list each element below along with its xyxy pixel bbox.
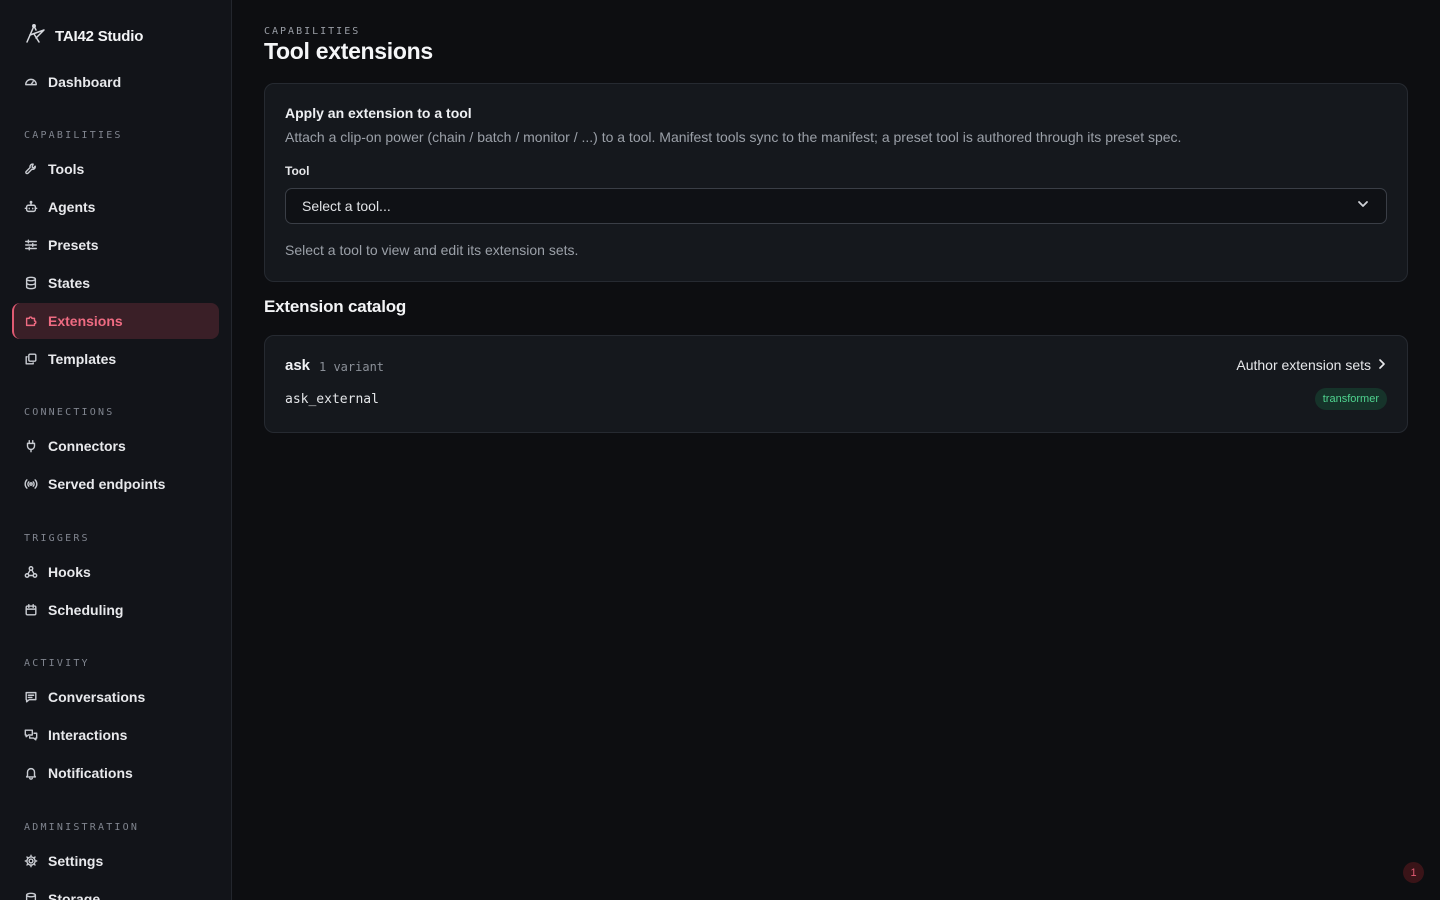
tool-field-label: Tool [285, 164, 310, 178]
sidebar-item-label: Templates [48, 351, 117, 367]
sidebar-item-label: Scheduling [48, 602, 124, 618]
section-label-administration: ADMINISTRATION [24, 822, 140, 833]
sidebar-item-label: Agents [48, 199, 96, 215]
tool-select-value: Select a tool... [302, 198, 391, 214]
apply-card-description: Attach a clip-on power (chain / batch / … [285, 129, 1182, 145]
section-label-activity: ACTIVITY [24, 658, 90, 669]
chevron-down-icon [1356, 197, 1370, 216]
sidebar-item-dashboard[interactable]: Dashboard [12, 64, 219, 100]
database-icon [24, 276, 38, 290]
section-label-connections: CONNECTIONS [24, 407, 115, 418]
catalog-entry-card: ask 1 variant Author extension sets ask_… [264, 335, 1408, 433]
puzzle-icon [24, 314, 38, 328]
sidebar-item-label: Dashboard [48, 74, 122, 90]
extension-name: ask [285, 357, 311, 374]
sidebar-item-extensions[interactable]: Extensions [12, 303, 219, 339]
sidebar-item-label: Settings [48, 853, 104, 869]
sidebar-item-states[interactable]: States [12, 265, 219, 301]
variant-count: 1 variant [319, 360, 385, 374]
sidebar-item-label: Extensions [48, 313, 123, 329]
sidebar-item-notifications[interactable]: Notifications [12, 755, 219, 791]
sidebar-item-templates[interactable]: Templates [12, 341, 219, 377]
sidebar-item-agents[interactable]: Agents [12, 189, 219, 225]
gauge-icon [24, 75, 38, 89]
sidebar-item-hooks[interactable]: Hooks [12, 554, 219, 590]
notification-count-badge[interactable]: 1 [1403, 862, 1424, 883]
bot-icon [24, 200, 38, 214]
chevron-right-icon [1377, 357, 1387, 373]
bell-icon [24, 766, 38, 780]
brand-logo-icon [24, 23, 46, 50]
apply-hint: Select a tool to view and edit its exten… [285, 242, 579, 258]
page-eyebrow: CAPABILITIES [264, 26, 361, 37]
tool-select[interactable]: Select a tool... [285, 188, 1387, 224]
extension-type-badge: transformer [1314, 388, 1387, 410]
apply-extension-card: Apply an extension to a tool Attach a cl… [264, 83, 1408, 282]
sidebar-item-storage[interactable]: Storage [12, 881, 219, 900]
sidebar-item-presets[interactable]: Presets [12, 227, 219, 263]
wrench-icon [24, 162, 38, 176]
gear-icon [24, 854, 38, 868]
plug-icon [24, 439, 38, 453]
messages-icon [24, 728, 38, 742]
sidebar-item-interactions[interactable]: Interactions [12, 717, 219, 753]
page-title: Tool extensions [264, 38, 433, 64]
section-label-capabilities: CAPABILITIES [24, 130, 123, 141]
sidebar-item-scheduling[interactable]: Scheduling [12, 592, 219, 628]
sidebar-item-label: Interactions [48, 727, 128, 743]
database-icon [24, 892, 38, 900]
message-icon [24, 690, 38, 704]
section-label-triggers: TRIGGERS [24, 533, 90, 544]
app-title: TAI42 Studio [55, 27, 144, 45]
apply-card-title: Apply an extension to a tool [285, 105, 472, 121]
sidebar-item-label: Hooks [48, 564, 91, 580]
sidebar-item-label: Storage [48, 891, 101, 900]
variant-id: ask_external [285, 392, 379, 407]
sidebar-item-connectors[interactable]: Connectors [12, 428, 219, 464]
sidebar-item-served-endpoints[interactable]: Served endpoints [12, 466, 219, 502]
sidebar-item-tools[interactable]: Tools [12, 151, 219, 187]
main-content: CAPABILITIES Tool extensions Apply an ex… [232, 0, 1440, 900]
sidebar-item-settings[interactable]: Settings [12, 843, 219, 879]
sidebar-item-label: Notifications [48, 765, 133, 781]
sidebar-item-label: Tools [48, 161, 85, 177]
catalog-title: Extension catalog [264, 297, 407, 316]
sidebar-item-label: States [48, 275, 91, 291]
author-extension-sets-link[interactable]: Author extension sets [1236, 357, 1387, 373]
broadcast-icon [24, 477, 38, 491]
sidebar-item-label: Connectors [48, 438, 126, 454]
sidebar: TAI42 Studio Dashboard CAPABILITIES Tool… [0, 0, 232, 900]
author-link-label: Author extension sets [1236, 357, 1371, 373]
sidebar-item-label: Served endpoints [48, 476, 166, 492]
webhook-icon [24, 565, 38, 579]
sidebar-item-conversations[interactable]: Conversations [12, 679, 219, 715]
copy-icon [24, 352, 38, 366]
sidebar-item-label: Conversations [48, 689, 146, 705]
sidebar-item-label: Presets [48, 237, 99, 253]
sliders-icon [24, 238, 38, 252]
calendar-icon [24, 603, 38, 617]
brand[interactable]: TAI42 Studio [24, 23, 144, 50]
